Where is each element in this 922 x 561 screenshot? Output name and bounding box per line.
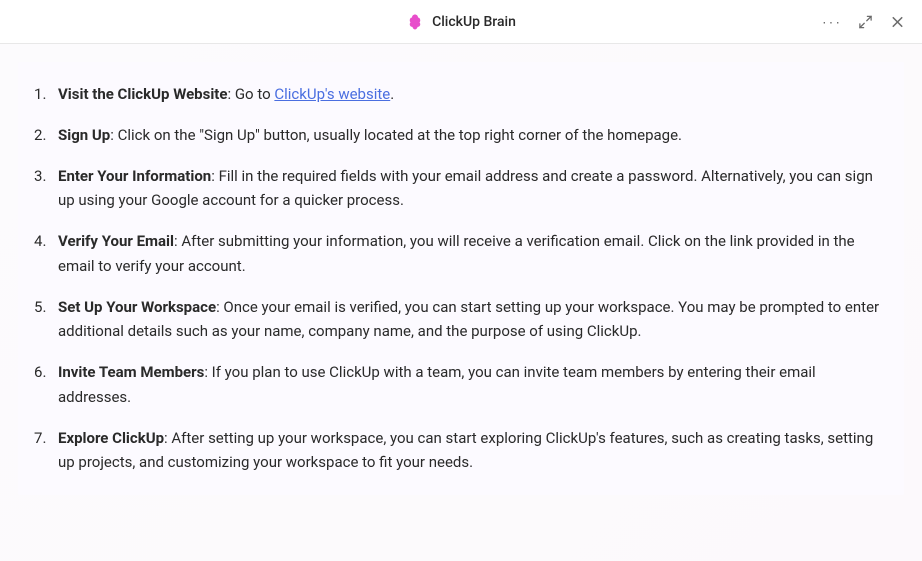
dots-icon: ···: [822, 15, 842, 29]
steps-list: Visit the ClickUp Website: Go to ClickUp…: [18, 74, 884, 483]
brain-icon: [406, 13, 424, 31]
list-item: Enter Your Information: Fill in the requ…: [18, 156, 884, 222]
expand-button[interactable]: [856, 12, 875, 31]
expand-icon: [858, 14, 873, 29]
close-button[interactable]: [887, 11, 908, 32]
clickup-website-link[interactable]: ClickUp's website: [274, 85, 390, 103]
step-text: : Click on the "Sign Up" button, usually…: [110, 126, 682, 144]
list-item: Explore ClickUp: After setting up your w…: [18, 418, 884, 484]
step-title: Invite Team Members: [58, 363, 204, 381]
more-options-button[interactable]: ···: [820, 13, 844, 31]
list-item: Visit the ClickUp Website: Go to ClickUp…: [18, 74, 884, 115]
content-box: Visit the ClickUp Website: Go to ClickUp…: [18, 62, 904, 495]
modal-header: ClickUp Brain ···: [0, 0, 922, 44]
header-actions: ···: [820, 11, 908, 32]
step-text: : After submitting your information, you…: [58, 232, 855, 275]
step-text: : Go to: [227, 85, 274, 103]
step-title: Set Up Your Workspace: [58, 298, 216, 316]
list-item: Invite Team Members: If you plan to use …: [18, 352, 884, 418]
header-title-group: ClickUp Brain: [406, 13, 516, 31]
step-title: Visit the ClickUp Website: [58, 85, 227, 103]
modal-title: ClickUp Brain: [432, 14, 516, 30]
list-item: Set Up Your Workspace: Once your email i…: [18, 287, 884, 353]
step-title: Enter Your Information: [58, 167, 211, 185]
step-title: Explore ClickUp: [58, 429, 164, 447]
list-item: Sign Up: Click on the "Sign Up" button, …: [18, 115, 884, 156]
step-text: .: [390, 85, 394, 103]
step-title: Sign Up: [58, 126, 110, 144]
close-icon: [889, 13, 906, 30]
step-text: : After setting up your workspace, you c…: [58, 429, 873, 472]
list-item: Verify Your Email: After submitting your…: [18, 221, 884, 287]
content-area: Visit the ClickUp Website: Go to ClickUp…: [0, 44, 922, 561]
step-title: Verify Your Email: [58, 232, 174, 250]
